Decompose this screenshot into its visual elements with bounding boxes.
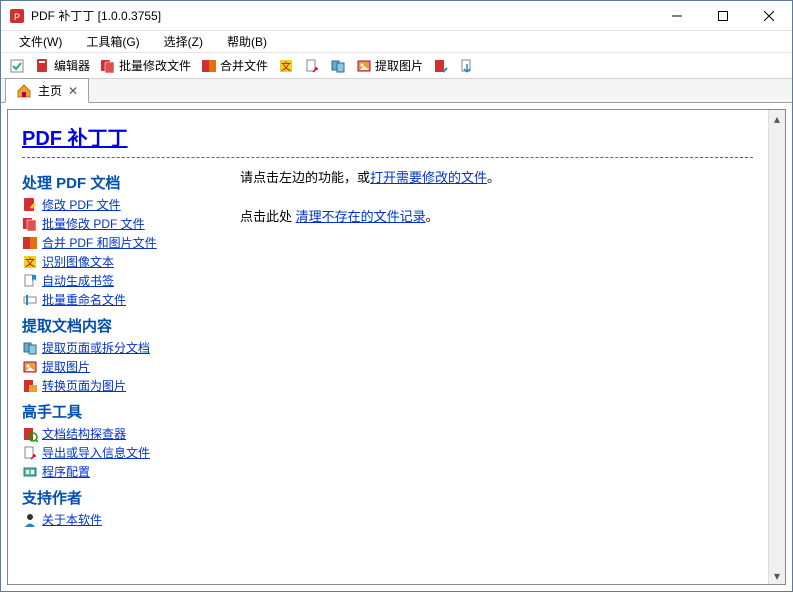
content-area: ▴ ▾ PDF 补丁丁 处理 PDF 文档 修改 PDF 文件 批量修改 PDF… <box>1 103 792 591</box>
title-bar: P PDF 补丁丁 [1.0.0.3755] <box>1 1 792 31</box>
pdf-editor-icon <box>35 58 51 74</box>
cleanup-link[interactable]: 清理不存在的文件记录 <box>296 209 426 224</box>
split-icon <box>22 340 38 356</box>
pdf-batch-icon <box>100 58 116 74</box>
checkbox-icon <box>9 58 25 74</box>
link-ocr[interactable]: 文识别图像文本 <box>22 252 232 271</box>
export-icon <box>459 58 475 74</box>
toolbar-extract-images-button[interactable]: 提取图片 <box>352 55 427 76</box>
feature-list: 处理 PDF 文档 修改 PDF 文件 批量修改 PDF 文件 合并 PDF 和… <box>22 166 232 580</box>
close-button[interactable] <box>746 1 792 30</box>
app-icon: P <box>9 8 25 24</box>
link-rename[interactable]: 批量重命名文件 <box>22 290 232 309</box>
toolbar-ocr-button[interactable]: 文 <box>274 56 298 76</box>
toolbar-merge-button[interactable]: 合并文件 <box>197 55 272 76</box>
menu-select[interactable]: 选择(Z) <box>152 31 215 52</box>
tab-home[interactable]: 主页 ✕ <box>5 78 89 103</box>
toolbar: 编辑器 批量修改文件 合并文件 文 提取图片 <box>1 53 792 79</box>
tab-close-icon[interactable]: ✕ <box>68 84 78 98</box>
link-extract-image[interactable]: 提取图片 <box>22 357 232 376</box>
toolbar-convert-button[interactable] <box>429 56 453 76</box>
toolbar-checkbox-button[interactable] <box>5 56 29 76</box>
toolbar-batch-modify-button[interactable]: 批量修改文件 <box>96 55 195 76</box>
maximize-button[interactable] <box>700 1 746 30</box>
pages-icon <box>330 58 346 74</box>
image-icon <box>356 58 372 74</box>
toolbar-tool2-button[interactable] <box>326 56 350 76</box>
home-icon <box>16 83 32 99</box>
toolbar-tool1-button[interactable] <box>300 56 324 76</box>
pdf-batch-icon <box>22 216 38 232</box>
window-title: PDF 补丁丁 [1.0.0.3755] <box>31 7 161 24</box>
link-merge[interactable]: 合并 PDF 和图片文件 <box>22 233 232 252</box>
ocr-icon: 文 <box>22 254 38 270</box>
extract-image-icon <box>22 359 38 375</box>
link-modify-pdf[interactable]: 修改 PDF 文件 <box>22 195 232 214</box>
toolbar-batch-modify-label: 批量修改文件 <box>119 57 191 74</box>
link-about[interactable]: 关于本软件 <box>22 510 232 529</box>
menu-file[interactable]: 文件(W) <box>7 31 74 52</box>
minimize-button[interactable] <box>654 1 700 30</box>
link-import-export[interactable]: 导出或导入信息文件 <box>22 443 232 462</box>
page-to-image-icon <box>22 378 38 394</box>
pdf-edit-icon <box>22 197 38 213</box>
welcome-text: 请点击左边的功能，或打开需要修改的文件。 点击此处 清理不存在的文件记录。 <box>232 166 753 580</box>
pdf-merge-icon <box>22 235 38 251</box>
tab-home-label: 主页 <box>38 82 62 99</box>
link-batch-modify[interactable]: 批量修改 PDF 文件 <box>22 214 232 233</box>
home-page: ▴ ▾ PDF 补丁丁 处理 PDF 文档 修改 PDF 文件 批量修改 PDF… <box>7 109 786 585</box>
toolbar-extract-images-label: 提取图片 <box>375 57 423 74</box>
toolbar-editor-button[interactable]: 编辑器 <box>31 55 94 76</box>
about-icon <box>22 512 38 528</box>
bookmark-icon <box>22 273 38 289</box>
scrollbar[interactable]: ▴ ▾ <box>768 110 785 584</box>
pdf-merge-icon <box>201 58 217 74</box>
section-extract-title: 提取文档内容 <box>22 315 232 336</box>
separator <box>22 157 753 158</box>
rename-icon <box>22 292 38 308</box>
link-structure[interactable]: 文档结构探查器 <box>22 424 232 443</box>
page-arrow-icon <box>304 58 320 74</box>
open-file-link[interactable]: 打开需要修改的文件 <box>370 170 487 185</box>
scroll-down-button[interactable]: ▾ <box>769 567 785 584</box>
section-process-title: 处理 PDF 文档 <box>22 172 232 193</box>
link-split[interactable]: 提取页面或拆分文档 <box>22 338 232 357</box>
import-export-icon <box>22 445 38 461</box>
menu-bar: 文件(W) 工具箱(G) 选择(Z) 帮助(B) <box>1 31 792 53</box>
menu-help[interactable]: 帮助(B) <box>215 31 279 52</box>
toolbar-merge-label: 合并文件 <box>220 57 268 74</box>
welcome-line-2: 点击此处 清理不存在的文件记录。 <box>240 205 753 228</box>
ocr-icon: 文 <box>278 58 294 74</box>
page-heading-link[interactable]: PDF 补丁丁 <box>22 128 128 150</box>
toolbar-editor-label: 编辑器 <box>54 57 90 74</box>
menu-toolbox[interactable]: 工具箱(G) <box>74 31 151 52</box>
link-settings[interactable]: 程序配置 <box>22 462 232 481</box>
page-heading[interactable]: PDF 补丁丁 <box>22 122 753 151</box>
structure-icon <box>22 426 38 442</box>
svg-text:P: P <box>14 12 20 22</box>
section-advanced-title: 高手工具 <box>22 401 232 422</box>
window-buttons <box>654 1 792 30</box>
scroll-up-button[interactable]: ▴ <box>769 110 785 127</box>
section-support-title: 支持作者 <box>22 487 232 508</box>
svg-text:文: 文 <box>25 256 35 269</box>
settings-icon <box>22 464 38 480</box>
pdf-convert-icon <box>433 58 449 74</box>
link-page-to-image[interactable]: 转换页面为图片 <box>22 376 232 395</box>
toolbar-export-button[interactable] <box>455 56 479 76</box>
svg-text:文: 文 <box>281 60 291 73</box>
link-bookmark[interactable]: 自动生成书签 <box>22 271 232 290</box>
welcome-line-1: 请点击左边的功能，或打开需要修改的文件。 <box>240 166 753 189</box>
tab-strip: 主页 ✕ <box>1 79 792 103</box>
